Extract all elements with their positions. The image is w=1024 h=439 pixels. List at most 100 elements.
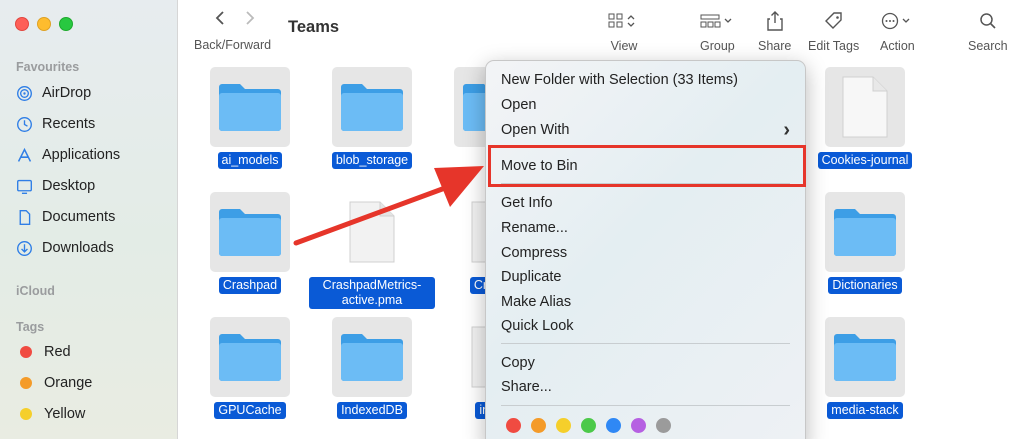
blue-tag-color-icon[interactable] — [606, 418, 621, 433]
menu-item-label: Get Info — [501, 195, 553, 211]
file-item[interactable]: ai_models — [185, 67, 315, 169]
sidebar-tag-orange[interactable]: Orange — [16, 372, 92, 394]
menu-separator — [501, 343, 790, 344]
menu-item-copy[interactable]: Copy — [501, 352, 790, 374]
folder-icon — [834, 334, 896, 381]
sidebar-item-desktop[interactable]: Desktop — [16, 175, 95, 197]
back-forward-controls — [214, 10, 256, 26]
sidebar-item-applications[interactable]: Applications — [16, 144, 120, 166]
sidebar-tag-red[interactable]: Red — [16, 341, 71, 363]
menu-item-compress[interactable]: Compress — [501, 242, 790, 264]
tags-heading: Tags — [16, 320, 45, 334]
search-button[interactable]: Search — [968, 10, 1008, 53]
folder-icon — [219, 209, 281, 256]
menu-item-new-folder-with-selection[interactable]: New Folder with Selection (33 Items) — [501, 69, 790, 91]
yellow-tag-dot-icon — [20, 408, 32, 420]
file-name: Crashpad — [218, 277, 282, 294]
sidebar-tag-yellow[interactable]: Yellow — [16, 403, 85, 425]
file-name: media-stack — [827, 402, 903, 419]
yellow-tag-color-icon[interactable] — [556, 418, 571, 433]
file-item[interactable]: Dictionaries — [800, 192, 930, 294]
back-arrow-icon[interactable] — [214, 10, 226, 26]
view-label: View — [610, 39, 638, 53]
share-label: Share — [758, 39, 792, 53]
edit-tags-button[interactable]: Edit Tags — [808, 10, 859, 53]
purple-tag-color-icon[interactable] — [631, 418, 646, 433]
view-button[interactable]: View — [608, 10, 640, 53]
tag-icon — [824, 12, 842, 29]
menu-item-label: Open With — [501, 122, 570, 138]
sidebar-item-airdrop[interactable]: AirDrop — [16, 82, 91, 104]
menu-item-duplicate[interactable]: Duplicate — [501, 266, 790, 288]
file-item[interactable]: media-stack — [800, 317, 930, 419]
search-icon — [980, 13, 996, 29]
red-tag-color-icon[interactable] — [506, 418, 521, 433]
file-item[interactable]: Cookies-journal — [800, 67, 930, 169]
menu-item-share[interactable]: Share... — [501, 376, 790, 398]
file-name: Cookies-journal — [817, 152, 913, 169]
menu-item-label: Rename... — [501, 220, 568, 236]
menu-item-label: Copy — [501, 355, 535, 371]
share-icon — [766, 11, 783, 31]
grid-view-icon — [608, 13, 635, 28]
tag-color-picker — [506, 418, 671, 433]
file-item[interactable]: blob_storage — [307, 67, 437, 169]
folder-icon — [834, 209, 896, 256]
gray-tag-color-icon[interactable] — [656, 418, 671, 433]
menu-item-label: Share... — [501, 379, 552, 395]
group-icon — [700, 14, 732, 28]
menu-item-make-alias[interactable]: Make Alias — [501, 291, 790, 313]
sidebar: Favourites AirDrop Recents Applications … — [0, 0, 178, 439]
action-label: Action — [880, 39, 915, 53]
menu-item-open-with[interactable]: Open With › — [501, 119, 790, 141]
airdrop-icon — [17, 85, 32, 101]
file-item[interactable]: IndexedDB — [307, 317, 437, 419]
toolbar: Back/Forward Teams View Group Share Edit… — [178, 0, 1024, 56]
zoom-window-button[interactable] — [59, 17, 73, 31]
menu-item-quick-look[interactable]: Quick Look — [501, 315, 790, 337]
menu-item-label: Quick Look — [501, 318, 574, 334]
menu-item-label: Make Alias — [501, 294, 572, 310]
forward-arrow-icon[interactable] — [244, 10, 256, 26]
folder-icon — [341, 334, 403, 381]
folder-icon — [341, 84, 403, 131]
green-tag-color-icon[interactable] — [581, 418, 596, 433]
menu-item-open[interactable]: Open — [501, 94, 790, 116]
close-window-button[interactable] — [15, 17, 29, 31]
highlight-box — [488, 145, 806, 187]
favourites-heading: Favourites — [16, 60, 80, 74]
menu-item-rename[interactable]: Rename... — [501, 217, 790, 239]
orange-tag-dot-icon — [20, 377, 32, 389]
clock-icon — [17, 116, 32, 132]
minimize-window-button[interactable] — [37, 17, 51, 31]
group-label: Group — [700, 39, 735, 53]
applications-icon — [17, 147, 32, 162]
sidebar-item-label: Orange — [44, 375, 93, 391]
file-item[interactable]: Crashpad — [185, 192, 315, 294]
red-tag-dot-icon — [20, 346, 32, 358]
action-button[interactable]: Action — [880, 10, 915, 53]
sidebar-item-recents[interactable]: Recents — [16, 113, 95, 135]
sidebar-item-documents[interactable]: Documents — [16, 206, 115, 228]
sidebar-item-label: Documents — [42, 209, 116, 225]
file-item[interactable]: CrashpadMetrics-active.pma — [307, 192, 437, 309]
group-button[interactable]: Group — [700, 10, 735, 53]
more-actions-icon — [882, 12, 910, 30]
window-controls — [15, 17, 73, 31]
menu-item-get-info[interactable]: Get Info — [501, 192, 790, 214]
context-menu: New Folder with Selection (33 Items) Ope… — [485, 60, 806, 439]
folder-icon — [219, 84, 281, 131]
orange-tag-color-icon[interactable] — [531, 418, 546, 433]
menu-item-label: Open — [501, 97, 537, 113]
desktop-icon — [17, 179, 32, 194]
menu-item-label: Duplicate — [501, 269, 562, 285]
menu-separator — [501, 405, 790, 406]
search-label: Search — [968, 39, 1008, 53]
menu-item-label: New Folder with Selection (33 Items) — [501, 72, 738, 88]
document-icon — [842, 76, 888, 138]
share-button[interactable]: Share — [758, 10, 791, 53]
back-forward-label: Back/Forward — [194, 38, 272, 52]
sidebar-item-label: Applications — [42, 147, 121, 163]
sidebar-item-downloads[interactable]: Downloads — [16, 237, 114, 259]
file-item[interactable]: GPUCache — [185, 317, 315, 419]
